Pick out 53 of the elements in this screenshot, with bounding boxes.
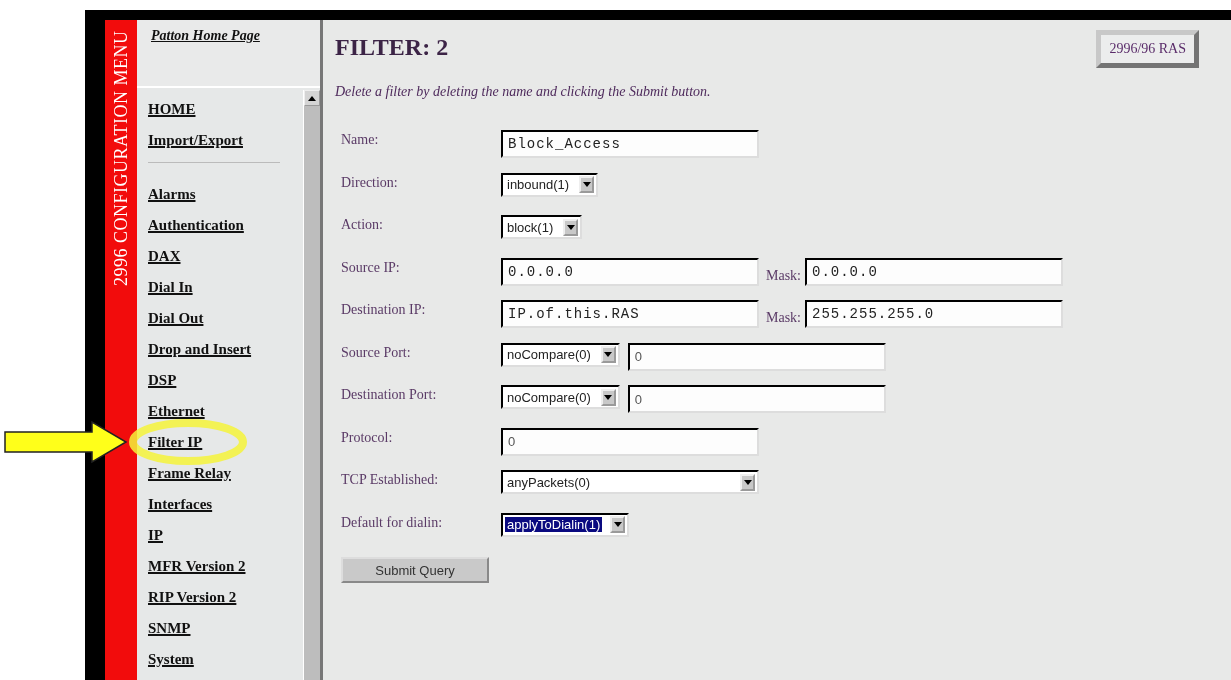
dropdown[interactable]: inbound(1) <box>501 172 599 197</box>
nav-link[interactable]: RIP Version 2 <box>148 589 237 606</box>
nav-link[interactable]: Dial Out <box>148 310 204 327</box>
dropdown[interactable]: noCompare(0) <box>501 342 620 367</box>
nav-link[interactable]: Filter IP <box>148 434 203 451</box>
nav-link[interactable]: Drop and Insert <box>148 341 252 358</box>
home-page-link[interactable]: Patton Home Page <box>151 28 260 43</box>
dropdown[interactable]: noCompare(0) <box>501 385 620 409</box>
port-field[interactable]: 0 <box>627 342 886 371</box>
nav-link[interactable]: Interfaces <box>148 496 213 513</box>
nav-link[interactable]: Alarms <box>148 186 196 203</box>
ip-field[interactable]: 0.0.0.0 <box>501 257 759 286</box>
mask-label: Mask: <box>766 310 801 326</box>
nav-link[interactable]: Import/Export <box>148 132 243 149</box>
nav-link[interactable]: IP <box>148 527 163 544</box>
field-label: Direction: <box>340 173 399 191</box>
scrollbar[interactable] <box>303 90 320 680</box>
field-label: TCP Established: <box>340 471 440 488</box>
mask-field[interactable]: 0.0.0.0 <box>805 257 1063 286</box>
field-label: Action: <box>340 216 384 233</box>
nav-link[interactable]: System <box>148 651 194 668</box>
nav-link[interactable]: SNMP <box>148 620 191 637</box>
field-label: Default for dialin: <box>340 513 444 531</box>
field-label: Source Port: <box>340 343 412 361</box>
dropdown[interactable]: applyToDialin(1) <box>501 512 630 537</box>
field-label: Protocol: <box>340 428 394 446</box>
submit-button[interactable]: Submit Query <box>341 557 489 583</box>
device-badge: 2996/96 RAS <box>1096 30 1199 68</box>
mask-label: Mask: <box>766 267 801 284</box>
field-label: Destination IP: <box>340 301 427 318</box>
dropdown[interactable]: block(1) <box>501 215 583 239</box>
field-label: Destination Port: <box>340 386 438 403</box>
page-title: FILTER: 2 <box>335 34 449 61</box>
nav-link[interactable]: Ethernet <box>148 403 205 420</box>
hint-text: Delete a filter by deleting the name and clicking the Submit button. <box>335 84 712 100</box>
nav-link[interactable]: Dial In <box>148 279 193 296</box>
nav-link[interactable]: DAX <box>148 248 181 265</box>
field-label: Name: <box>340 131 380 148</box>
scroll-up-button[interactable] <box>304 90 320 106</box>
mask-field[interactable]: 255.255.255.0 <box>805 300 1063 328</box>
text-field[interactable]: 0 <box>501 427 759 456</box>
nav-link[interactable]: Authentication <box>148 217 244 234</box>
nav-link[interactable]: MFR Version 2 <box>148 558 246 575</box>
dropdown[interactable]: anyPackets(0) <box>501 470 759 494</box>
nav-link[interactable]: HOME <box>148 101 196 118</box>
field-label: Source IP: <box>340 258 401 276</box>
side-banner: 2996 CONFIGURATION MENU <box>105 20 137 680</box>
ip-field[interactable]: IP.of.this.RAS <box>501 300 759 328</box>
nav-link[interactable]: Frame Relay <box>148 465 231 482</box>
port-field[interactable]: 0 <box>627 385 886 413</box>
up-arrow-icon <box>308 95 316 101</box>
nav-link[interactable]: DSP <box>148 372 177 389</box>
text-field[interactable]: Block_Access <box>501 130 759 158</box>
